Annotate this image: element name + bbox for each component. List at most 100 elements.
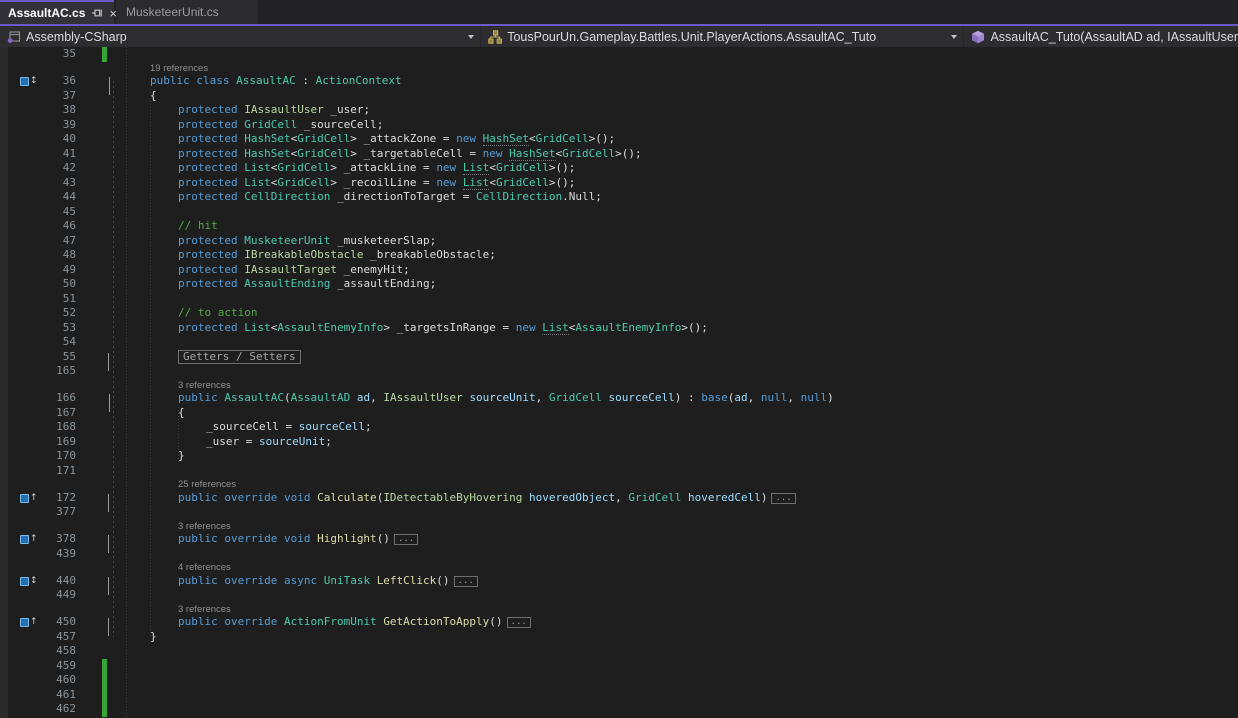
fold-chevron-icon[interactable] xyxy=(107,577,119,589)
method-icon xyxy=(971,30,985,44)
code-line[interactable]: protected CellDirection _directionToTarg… xyxy=(178,190,602,205)
line-number: 170 xyxy=(28,449,76,464)
code-row: 461 xyxy=(0,688,1238,703)
tab-assaultac[interactable]: AssaultAC.cs × xyxy=(0,0,114,24)
code-row: 168_sourceCell = sourceCell; xyxy=(0,420,1238,435)
line-number: 377 xyxy=(28,505,76,520)
codelens-row: 25 references xyxy=(0,478,1238,491)
line-number: 165 xyxy=(28,364,76,379)
code-line[interactable]: protected List<GridCell> _attackLine = n… xyxy=(178,161,575,176)
code-line[interactable]: protected IBreakableObstacle _breakableO… xyxy=(178,248,496,263)
line-number: 37 xyxy=(28,89,76,104)
collapsed-body-box[interactable]: ... xyxy=(394,534,418,545)
code-row: 457} xyxy=(0,630,1238,645)
fold-chevron-icon[interactable] xyxy=(107,618,119,630)
codelens-row: 3 references xyxy=(0,603,1238,616)
code-row: 166 public AssaultAC(AssaultAD ad, IAssau… xyxy=(0,391,1238,406)
code-row: 52 // to action xyxy=(0,306,1238,321)
line-number: 450 xyxy=(28,615,76,630)
code-line[interactable]: { xyxy=(178,406,185,421)
line-number: 49 xyxy=(28,263,76,278)
code-line[interactable]: public override void Highlight()... xyxy=(178,532,418,547)
line-number: 35 xyxy=(28,47,76,62)
line-number: 461 xyxy=(28,688,76,703)
code-row: ↕440public override async UniTask LeftCl… xyxy=(0,574,1238,589)
fold-chevron-icon[interactable] xyxy=(107,353,119,365)
codelens-link[interactable]: 3 references xyxy=(178,604,231,615)
tab-bar: AssaultAC.cs × MusketeerUnit.cs xyxy=(0,0,1238,24)
codelens-row: 19 references xyxy=(0,62,1238,75)
code-editor: 3519 references↕36public class AssaultAC… xyxy=(0,47,1238,718)
code-row: 167{ xyxy=(0,406,1238,421)
line-number: 440 xyxy=(28,574,76,589)
collapsed-body-box[interactable]: ... xyxy=(507,617,531,628)
code-row: 44protected CellDirection _directionToTa… xyxy=(0,190,1238,205)
tab-label: MusketeerUnit.cs xyxy=(126,5,219,19)
codelens-link[interactable]: 4 references xyxy=(178,562,231,573)
code-line[interactable]: protected AssaultEnding _assaultEnding; xyxy=(178,277,436,292)
code-line[interactable]: Getters / Setters xyxy=(178,350,301,365)
code-line[interactable]: public override async UniTask LeftClick(… xyxy=(178,574,478,589)
code-line[interactable]: protected HashSet<GridCell> _targetableC… xyxy=(178,147,642,162)
project-dropdown[interactable]: Assembly-CSharp xyxy=(0,26,481,47)
code-row: ↑172public override void Calculate(IDete… xyxy=(0,491,1238,506)
collapsed-region-box[interactable]: Getters / Setters xyxy=(178,350,301,364)
code-line[interactable]: protected HashSet<GridCell> _attackZone … xyxy=(178,132,615,147)
line-number: 53 xyxy=(28,321,76,336)
collapsed-body-box[interactable]: ... xyxy=(771,493,795,504)
line-number: 54 xyxy=(28,335,76,350)
code-row: 165 xyxy=(0,364,1238,379)
code-row: ↑378public override void Highlight()... xyxy=(0,532,1238,547)
change-bar xyxy=(102,47,107,62)
codelens-link[interactable]: 25 references xyxy=(178,479,236,490)
collapsed-body-box[interactable]: ... xyxy=(454,576,478,587)
code-line[interactable]: public AssaultAC(AssaultAD ad, IAssaultU… xyxy=(178,391,834,406)
code-line[interactable]: protected List<GridCell> _recoilLine = n… xyxy=(178,176,575,191)
code-line[interactable]: protected IAssaultTarget _enemyHit; xyxy=(178,263,410,278)
code-line[interactable]: } xyxy=(178,449,185,464)
code-line[interactable]: _sourceCell = sourceCell; xyxy=(206,420,372,435)
line-number: 38 xyxy=(28,103,76,118)
code-line[interactable]: protected List<AssaultEnemyInfo> _target… xyxy=(178,321,708,336)
code-line[interactable]: protected IAssaultUser _user; xyxy=(178,103,370,118)
code-line[interactable]: } xyxy=(150,630,157,645)
code-row: 458 xyxy=(0,644,1238,659)
line-number: 52 xyxy=(28,306,76,321)
code-row: 48protected IBreakableObstacle _breakabl… xyxy=(0,248,1238,263)
member-dropdown[interactable]: AssaultAC_Tuto(AssaultAD ad, IAssaultUse… xyxy=(964,26,1238,47)
line-number: 46 xyxy=(28,219,76,234)
code-line[interactable]: _user = sourceUnit; xyxy=(206,435,332,450)
breadcrumb-bar: Assembly-CSharp TousPourUn.Gameplay.Batt… xyxy=(0,26,1238,47)
line-number: 459 xyxy=(28,659,76,674)
line-number: 41 xyxy=(28,147,76,162)
code-line[interactable]: { xyxy=(150,89,157,104)
code-line[interactable]: public class AssaultAC : ActionContext xyxy=(150,74,402,89)
line-number: 40 xyxy=(28,132,76,147)
code-line[interactable]: public override void Calculate(IDetectab… xyxy=(178,491,796,506)
fold-chevron-icon[interactable] xyxy=(107,494,119,506)
change-bar xyxy=(102,702,107,717)
code-line[interactable]: protected MusketeerUnit _musketeerSlap; xyxy=(178,234,436,249)
type-dropdown[interactable]: TousPourUn.Gameplay.Battles.Unit.PlayerA… xyxy=(481,26,964,47)
class-icon xyxy=(488,30,502,44)
code-row: 54 xyxy=(0,335,1238,350)
code-row: 460 xyxy=(0,673,1238,688)
codelens-link[interactable]: 3 references xyxy=(178,521,231,532)
codelens-link[interactable]: 3 references xyxy=(178,380,231,391)
code-line[interactable]: // hit xyxy=(178,219,218,234)
fold-chevron-icon[interactable] xyxy=(107,77,119,89)
fold-chevron-icon[interactable] xyxy=(107,535,119,547)
code-line[interactable]: // to action xyxy=(178,306,257,321)
code-line[interactable]: public override ActionFromUnit GetAction… xyxy=(178,615,531,630)
line-number: 462 xyxy=(28,702,76,717)
line-number: 166 xyxy=(28,391,76,406)
code-row: 170} xyxy=(0,449,1238,464)
fold-chevron-icon[interactable] xyxy=(107,394,119,406)
codelens-link[interactable]: 19 references xyxy=(150,63,208,74)
code-line[interactable]: protected GridCell _sourceCell; xyxy=(178,118,383,133)
tab-musketeerunit[interactable]: MusketeerUnit.cs xyxy=(116,0,258,24)
codelens-row: 3 references xyxy=(0,520,1238,533)
chevron-down-icon xyxy=(468,35,474,39)
code-row: 43protected List<GridCell> _recoilLine =… xyxy=(0,176,1238,191)
pin-icon[interactable] xyxy=(91,6,103,20)
